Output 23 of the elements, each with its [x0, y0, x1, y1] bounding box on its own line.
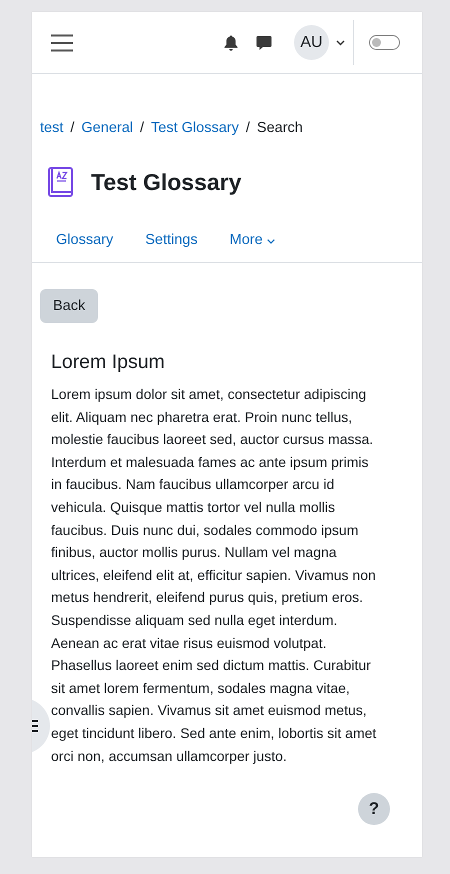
page-title: Test Glossary [91, 169, 242, 196]
breadcrumb-current: Search [256, 120, 303, 136]
caret-icon[interactable] [266, 239, 275, 244]
notification-bell-icon[interactable] [224, 34, 238, 50]
nav-tab[interactable]: More [214, 232, 291, 248]
user-avatar[interactable]: AU [294, 25, 329, 60]
breadcrumb-link[interactable]: Test Glossary [151, 120, 239, 136]
nav-tab[interactable]: Glossary [40, 232, 130, 248]
breadcrumb-separator: / [246, 120, 250, 136]
chat-bubble-icon[interactable] [256, 34, 272, 50]
entry-heading: Lorem Ipsum [51, 351, 166, 374]
back-button[interactable]: Back [40, 289, 98, 323]
entry-text: Lorem ipsum dolor sit amet, consectetur adipiscing elit. Aliquam nec pharetra erat. Proin nunc tellus, molestie faucibus laoreet sed, auctor cursus massa. Interdum et malesuada fames ac ante ipsum primis in faucibus. Nam faucibus ullamcorper arcu id vehicula. Quisque mattis tortor vel nulla mollis faucibus. Duis nunc dui, sodales commodo ipsum finibus, auctor mollis purus. Nullam vel magna ultrices, eleifend elit at, efficitur sapien. Vivamus non metus hendrerit, eleifend purus quis, pretium eros. Suspendisse aliquam sed nulla eget interdum. Aenean ac erat vitae risus euismod volutpat. Phasellus laoreet enim sed dictum mattis. Curabitur sit amet lorem fermentum, sodales magna vitae, convallis sapien. Vivamus sit amet euismod metus, eget tincidunt libero. Sed ante enim, lobortis sit amet orci non, accumsan ullamcorper justo. [51, 385, 377, 766]
nav-tab[interactable]: Settings [129, 232, 214, 248]
toggle-switch[interactable] [369, 35, 400, 50]
menu-icon[interactable] [51, 34, 73, 52]
caret-icon[interactable] [336, 40, 345, 46]
breadcrumb-separator: / [140, 120, 144, 136]
glossary-book-icon [48, 167, 74, 198]
breadcrumb-link[interactable]: test [40, 120, 64, 136]
help-button[interactable]: ? [358, 793, 390, 825]
breadcrumb-link[interactable]: General [81, 120, 133, 136]
breadcrumb-separator: / [70, 120, 74, 136]
